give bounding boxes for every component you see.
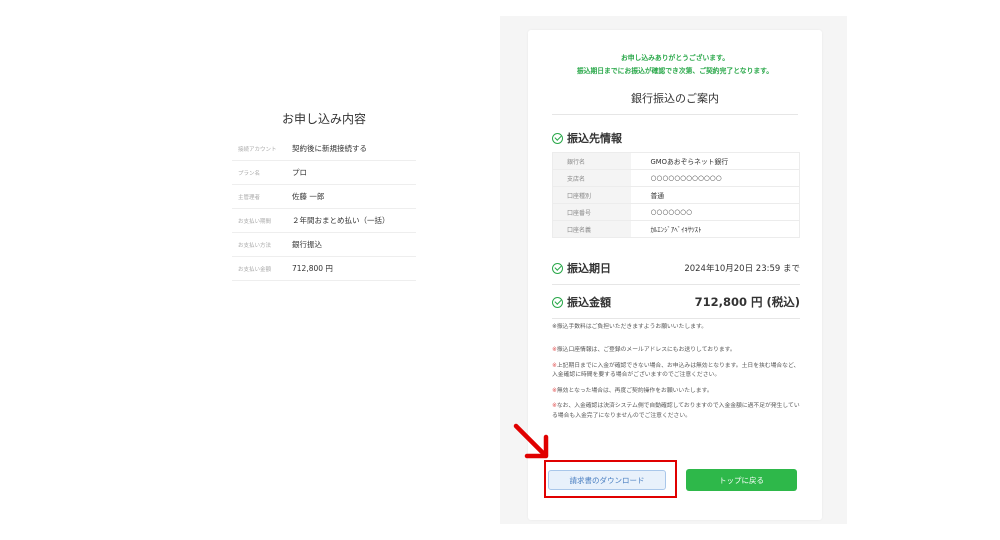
summary-value: 712,800 円	[292, 264, 333, 273]
thanks-message: お申し込みありがとうございます。 振込期日までにお振込が確認でき次第、ご契約完了…	[528, 52, 822, 78]
notes-list: ※振込口座情報は、ご登録のメールアドレスにもお送りしております。 ※上記期日まで…	[552, 346, 802, 427]
note-text: 無効となった場合は、再度ご契約操作をお願いいたします。	[556, 387, 713, 394]
note-item: ※なお、入金確認は決済システム側で自動確認しておりますので入金金額に過不足が発生…	[552, 402, 802, 421]
guide-title: 銀行振込のご案内	[552, 90, 798, 115]
bank-value: ○○○○○○○○○○○○	[630, 169, 800, 187]
bank-value: ｶﾙｴﾝｼﾞｱﾍﾞｲｷｻﾂｽﾄ	[630, 220, 800, 238]
summary-row-admin: 主管理者 佐藤 一郎	[232, 185, 416, 209]
bank-value: ○○○○○○○	[630, 203, 800, 221]
transfer-info-heading: 振込先情報	[552, 130, 622, 146]
note-item: ※上記期日までに入金が確認できない場合、お申込みは無効となります。土日を挟む場合…	[552, 362, 802, 381]
table-row: 口座種別 普通	[552, 186, 800, 204]
summary-row-method: お支払い方法 銀行振込	[232, 233, 416, 257]
note-item: ※振込口座情報は、ご登録のメールアドレスにもお送りしております。	[552, 346, 802, 356]
summary-label: お支払い期間	[238, 218, 272, 225]
table-row: 支店名 ○○○○○○○○○○○○	[552, 169, 800, 187]
summary-row-plan: プラン名 プロ	[232, 161, 416, 185]
highlight-box	[544, 460, 677, 498]
summary-value: 佐藤 一郎	[292, 192, 325, 201]
bank-transfer-card: お申し込みありがとうございます。 振込期日までにお振込が確認でき次第、ご契約完了…	[528, 30, 822, 520]
summary-label: 接続アカウント	[238, 146, 277, 153]
summary-label: 主管理者	[238, 194, 261, 201]
deadline-title: 振込期日	[567, 262, 611, 275]
note-text: 振込口座情報は、ご登録のメールアドレスにもお送りしております。	[556, 347, 736, 353]
amount-value: 712,800 円 (税込)	[694, 295, 800, 309]
summary-value: プロ	[292, 168, 307, 177]
bank-label: 銀行名	[552, 152, 631, 170]
summary-row-account: 接続アカウント 契約後に新規接続する	[232, 137, 416, 161]
bank-label: 口座種別	[552, 186, 631, 204]
summary-value: 契約後に新規接続する	[292, 144, 367, 153]
bank-info-table: 銀行名 GMOあおぞらネット銀行 支店名 ○○○○○○○○○○○○ 口座種別 普…	[552, 152, 800, 238]
back-to-top-button[interactable]: トップに戻る	[686, 469, 797, 491]
thanks-line-2: 振込期日までにお振込が確認でき次第、ご契約完了となります。	[576, 67, 774, 75]
deadline-row: 振込期日 2024年10月20日 23:59 まで	[552, 260, 800, 285]
summary-label: お支払い方法	[238, 242, 272, 249]
summary-title: お申し込み内容	[281, 112, 366, 126]
check-circle-icon	[552, 262, 563, 274]
deadline-heading: 振込期日	[552, 260, 611, 276]
note-text: 上記期日までに入金が確認できない場合、お申込みは無効となります。土日を挟む場合な…	[552, 362, 800, 379]
deadline-value: 2024年10月20日 23:59 まで	[684, 264, 800, 274]
table-row: 銀行名 GMOあおぞらネット銀行	[552, 152, 800, 170]
check-circle-icon	[552, 296, 563, 308]
bank-value: GMOあおぞらネット銀行	[630, 152, 800, 170]
transfer-info-title: 振込先情報	[567, 132, 622, 145]
note-text: なお、入金確認は決済システム側で自動確認しておりますので入金金額に過不足が発生し…	[552, 403, 800, 419]
summary-row-period: お支払い期間 ２年間おまとめ払い（一括）	[232, 209, 416, 233]
fee-note: ※振込手数料はご負担いただきますようお願いいたします。	[552, 324, 707, 330]
thanks-line-1: お申し込みありがとうございます。	[620, 54, 730, 62]
arrow-icon	[513, 423, 549, 459]
summary-value: 銀行振込	[292, 240, 322, 249]
amount-row: 振込金額 712,800 円 (税込)	[552, 294, 800, 319]
amount-title: 振込金額	[567, 296, 611, 309]
bank-value: 普通	[630, 186, 800, 204]
summary-row-amount: お支払い金額 712,800 円	[232, 257, 416, 281]
summary-value: ２年間おまとめ払い（一括）	[292, 216, 390, 225]
table-row: 口座名義 ｶﾙｴﾝｼﾞｱﾍﾞｲｷｻﾂｽﾄ	[552, 220, 800, 238]
page: お申し込み内容 接続アカウント 契約後に新規接続する プラン名 プロ 主管理者 …	[0, 0, 1000, 540]
summary-label: お支払い金額	[238, 266, 272, 273]
amount-heading: 振込金額	[552, 294, 611, 310]
bank-label: 口座番号	[552, 203, 631, 221]
application-summary: お申し込み内容 接続アカウント 契約後に新規接続する プラン名 プロ 主管理者 …	[232, 110, 416, 281]
check-circle-icon	[552, 132, 563, 144]
bank-label: 口座名義	[552, 220, 631, 238]
table-row: 口座番号 ○○○○○○○	[552, 203, 800, 221]
note-item: ※無効となった場合は、再度ご契約操作をお願いいたします。	[552, 387, 802, 397]
bank-label: 支店名	[552, 169, 631, 187]
summary-label: プラン名	[238, 170, 261, 177]
